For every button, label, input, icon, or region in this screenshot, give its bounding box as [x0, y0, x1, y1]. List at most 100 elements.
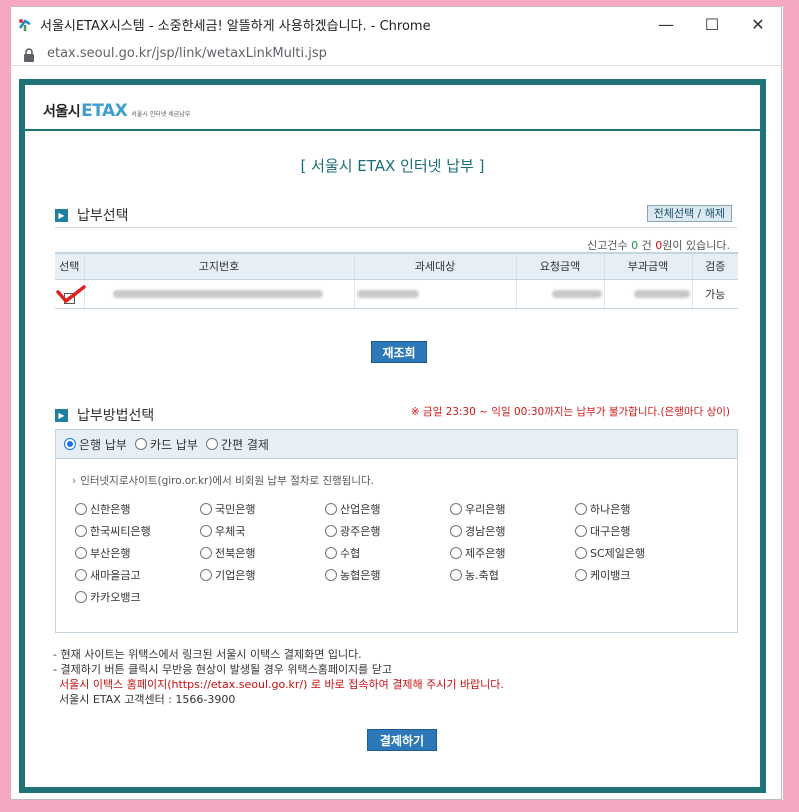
url-text: etax.seoul.go.kr/jsp/link/wetaxLinkMulti…	[47, 46, 327, 61]
section-header-select: ▶ 납부선택	[55, 205, 129, 225]
radio-icon	[575, 503, 587, 515]
radio-icon	[575, 547, 587, 559]
col-tax-target: 과세대상	[353, 252, 516, 280]
pay-button[interactable]: 결제하기	[367, 729, 437, 751]
radio-icon	[450, 503, 462, 515]
logo-bar: 서울시 ETAX 서울시 인터넷 세금납부	[25, 85, 760, 131]
radio-icon	[450, 525, 462, 537]
bank-option[interactable]: 수협	[325, 546, 450, 560]
close-button[interactable]: ✕	[735, 7, 781, 42]
radio-icon	[325, 547, 337, 559]
bank-option[interactable]: 광주은행	[325, 524, 450, 538]
bank-option[interactable]: 한국씨티은행	[75, 524, 200, 538]
minimize-button[interactable]: —	[643, 7, 689, 42]
bank-option[interactable]: 신한은행	[75, 502, 200, 516]
bank-option[interactable]: 카카오뱅크	[75, 590, 200, 604]
select-all-button[interactable]: 전체선택 / 해제	[646, 205, 732, 222]
radio-icon	[575, 569, 587, 581]
chrome-popup-window: 서울시ETAX시스템 - 소중한세금! 알뜰하게 사용하겠습니다. - Chro…	[10, 6, 782, 800]
logo-etax: ETAX	[81, 101, 128, 121]
refresh-button[interactable]: 재조회	[371, 341, 427, 363]
redacted-levy-amount	[633, 290, 690, 298]
lock-icon	[23, 47, 35, 62]
etax-favicon-icon	[17, 17, 33, 33]
count-summary: 신고건수 0 건 0원이 있습니다.	[587, 237, 730, 253]
notice-number-cell	[83, 279, 354, 309]
footer-line-3: 서울시 이택스 홈페이지(https://etax.seoul.go.kr/) …	[59, 678, 504, 691]
section-title-method: 납부방법선택	[77, 408, 155, 424]
customer-center: 서울시 ETAX 고객센터 : 1566-3900	[59, 693, 236, 706]
bank-option[interactable]: 산업은행	[325, 502, 450, 516]
radio-icon	[200, 569, 212, 581]
window-title: 서울시ETAX시스템 - 소중한세금! 알뜰하게 사용하겠습니다. - Chro…	[40, 19, 431, 34]
col-levy-amount: 부과금액	[603, 252, 692, 280]
radio-icon	[75, 591, 87, 603]
radio-icon	[75, 525, 87, 537]
option-card-payment[interactable]: 카드 납부	[134, 436, 198, 453]
col-notice-number: 고지번호	[83, 252, 354, 280]
radio-icon	[325, 569, 337, 581]
tax-target-cell	[353, 279, 516, 309]
verify-status: 가능	[691, 279, 738, 309]
logo-subtitle: 서울시 인터넷 세금납부	[131, 111, 191, 118]
footer-line-2: - 결제하기 버튼 클릭시 무반응 현상이 발생될 경우 위택스홈페이지를 닫고	[53, 663, 393, 676]
bank-option[interactable]: 새마을금고	[75, 568, 200, 582]
red-check-annotation-icon	[56, 285, 86, 303]
bank-option[interactable]: 기업은행	[200, 568, 325, 582]
notice-table: 선택 고지번호 과세대상 요청금액 부과금액 검증 가능	[55, 252, 738, 309]
bank-option[interactable]: 우리은행	[450, 502, 575, 516]
radio-icon	[205, 438, 218, 450]
footer-notes: - 현재 사이트는 위택스에서 링크된 서울시 이택스 결제화면 입니다. - …	[53, 647, 504, 707]
radio-icon	[75, 569, 87, 581]
table-header-row: 선택 고지번호 과세대상 요청금액 부과금액 검증	[55, 252, 738, 280]
section-title-select: 납부선택	[77, 208, 129, 224]
caret-icon: ›	[72, 475, 77, 487]
bank-option[interactable]: SC제일은행	[575, 546, 700, 560]
radio-icon	[450, 547, 462, 559]
maintenance-warning: ※ 금일 23:30 ~ 익일 00:30까지는 납부가 불가합니다.(은행마다…	[410, 406, 730, 418]
radio-icon	[450, 569, 462, 581]
page-title: [ 서울시 ETAX 인터넷 납부 ]	[300, 157, 485, 175]
background-strip	[0, 0, 10, 812]
radio-icon	[75, 503, 87, 515]
giro-note: › 인터넷지로사이트(giro.or.kr)에서 비회원 납부 절차로 진행됩니다…	[72, 475, 375, 487]
bank-option[interactable]: 전북은행	[200, 546, 325, 560]
bank-option[interactable]: 경남은행	[450, 524, 575, 538]
bank-option[interactable]: 농.축협	[450, 568, 575, 582]
bank-option[interactable]: 부산은행	[75, 546, 200, 560]
maximize-button[interactable]: ☐	[689, 7, 735, 42]
redacted-tax-target	[356, 290, 419, 298]
window-controls: — ☐ ✕	[643, 7, 781, 42]
bank-option[interactable]: 국민은행	[200, 502, 325, 516]
table-row: 가능	[55, 279, 738, 309]
bank-option[interactable]: 대구은행	[575, 524, 700, 538]
redacted-notice-number	[112, 290, 323, 298]
title-bar: 서울시ETAX시스템 - 소중한세금! 알뜰하게 사용하겠습니다. - Chro…	[11, 7, 781, 42]
footer-line-1: - 현재 사이트는 위택스에서 링크된 서울시 이택스 결제화면 입니다.	[53, 648, 362, 661]
col-verify: 검증	[691, 252, 738, 280]
col-request-amount: 요청금액	[515, 252, 604, 280]
bank-option[interactable]: 우체국	[200, 524, 325, 538]
radio-icon	[325, 525, 337, 537]
bank-option[interactable]: 케이뱅크	[575, 568, 700, 582]
radio-icon	[200, 547, 212, 559]
bank-option[interactable]: 제주은행	[450, 546, 575, 560]
redacted-request-amount	[551, 290, 602, 298]
option-bank-payment[interactable]: 은행 납부	[64, 436, 127, 453]
col-select: 선택	[55, 252, 84, 280]
radio-icon	[200, 503, 212, 515]
bank-option[interactable]: 하나은행	[575, 502, 700, 516]
option-simple-payment[interactable]: 간편 결제	[205, 436, 269, 453]
radio-icon	[575, 525, 587, 537]
address-bar[interactable]: etax.seoul.go.kr/jsp/link/wetaxLinkMulti…	[11, 42, 781, 66]
request-amount-cell	[515, 279, 604, 309]
logo-seoul: 서울시	[43, 104, 81, 120]
bank-list: 신한은행 국민은행 산업은행 우리은행 하나은행 한국씨티은행 우체국 광주은행…	[75, 502, 737, 604]
levy-amount-cell	[603, 279, 692, 309]
count-unit: 건	[641, 239, 652, 252]
section-divider	[55, 227, 737, 228]
radio-icon	[200, 525, 212, 537]
bank-option[interactable]: 농협은행	[325, 568, 450, 582]
payment-method-tabs: 은행 납부 카드 납부 간편 결제	[56, 430, 737, 459]
etax-page: 서울시 ETAX 서울시 인터넷 세금납부 [ 서울시 ETAX 인터넷 납부 …	[19, 79, 766, 793]
